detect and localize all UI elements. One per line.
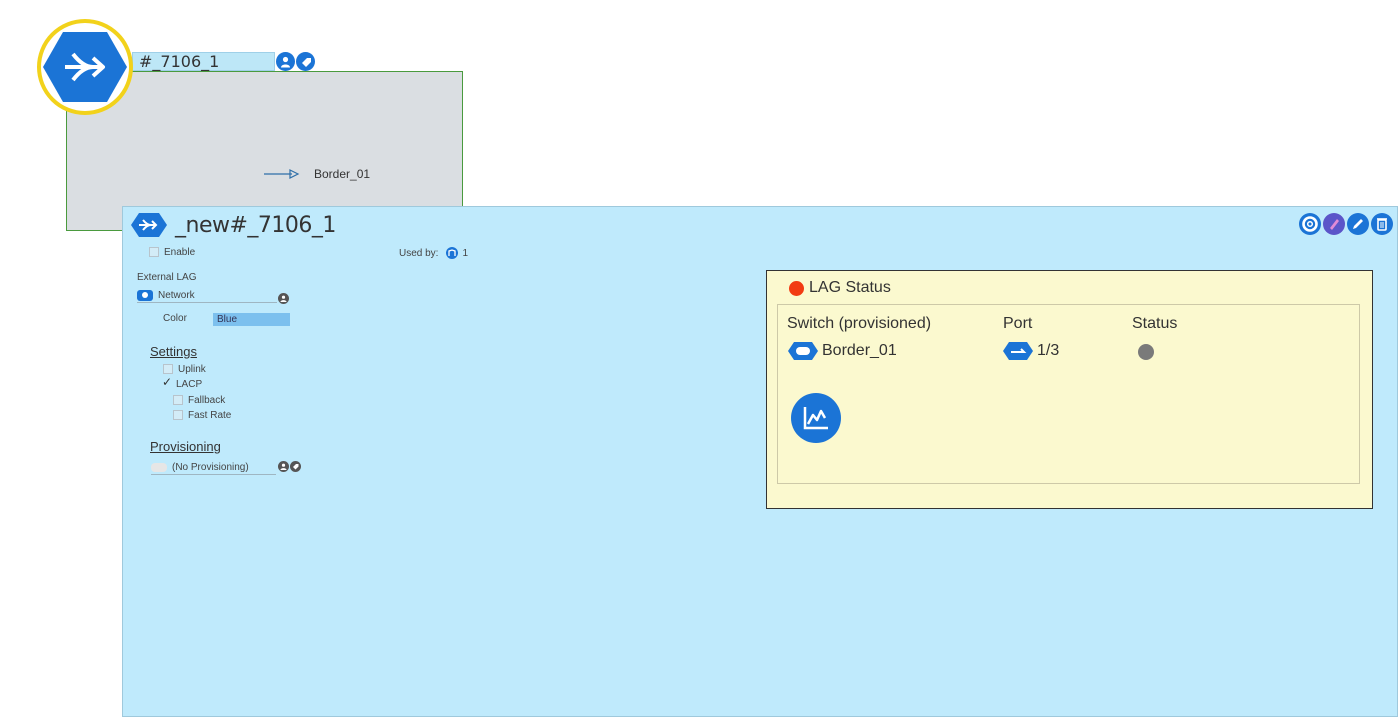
bg-card-actions [276,52,315,71]
lag-status-title: LAG Status [809,279,891,296]
lacp-checkbox[interactable] [162,375,172,389]
user-icon[interactable] [278,461,289,472]
uplink-checkbox[interactable] [163,364,173,375]
external-lag-label: External LAG [137,272,197,283]
provisioning-field[interactable]: (No Provisioning) [151,461,276,475]
col-status-header: Status [1132,315,1178,332]
settings-heading: Settings [150,344,197,359]
lag-status-box: LAG Status Switch (provisioned) Port Sta… [766,270,1373,509]
color-select[interactable]: Blue [213,313,290,326]
network-value: Network [158,289,195,301]
pencil-icon[interactable] [1347,213,1369,235]
status-grey-indicator [1138,344,1154,360]
used-by-row: Used by: 1 [399,247,468,259]
fallback-label: Fallback [188,395,226,406]
lag-type-highlight[interactable] [37,19,133,115]
fast-rate-checkbox[interactable] [173,410,183,421]
switch-icon [788,342,818,360]
network-icon[interactable] [446,247,459,259]
trash-icon[interactable] [1371,213,1393,235]
uplink-row[interactable]: Uplink [163,364,206,375]
used-by-count[interactable]: 1 [462,248,468,259]
panel-title[interactable]: _new#_7106_1 [175,213,336,238]
status-cell [1138,344,1154,360]
lag-status-table: Switch (provisioned) Port Status Border_… [777,304,1360,484]
bg-member-row: Border_01 [264,167,370,181]
fast-rate-row[interactable]: Fast Rate [173,410,231,421]
status-red-indicator [789,280,804,296]
panel-header: _new#_7106_1 [131,212,336,238]
provisioning-value: (No Provisioning) [172,462,249,473]
tag-icon[interactable] [296,52,315,71]
chart-icon[interactable] [791,393,841,443]
lag-merge-icon [131,213,167,237]
lag-status-header: LAG Status [789,279,891,297]
network-user-icon[interactable] [278,289,289,307]
arrow-right-icon [264,169,300,179]
fallback-row[interactable]: Fallback [173,395,225,406]
network-pill-icon [137,289,153,301]
enable-checkbox[interactable] [149,247,159,258]
lacp-row[interactable]: LACP [162,375,203,390]
panel-actions [1299,213,1393,235]
bg-card-title[interactable]: #_7106_1 [132,52,275,71]
enable-label: Enable [164,247,196,258]
port-number: 1/3 [1037,342,1060,359]
provisioning-heading: Provisioning [150,439,221,454]
port-cell[interactable]: 1/3 [1003,341,1059,361]
brush-icon[interactable] [1323,213,1345,235]
lag-merge-icon [43,32,127,102]
switch-name: Border_01 [822,342,897,359]
lacp-label: LACP [176,379,203,390]
used-by-label: Used by: [399,247,439,259]
network-field[interactable]: Network [137,288,277,303]
provisioning-actions [278,461,301,472]
fast-rate-label: Fast Rate [188,410,232,421]
fallback-checkbox[interactable] [173,395,183,406]
color-label: Color [163,313,187,324]
bg-member-label: Border_01 [314,167,371,181]
switch-cell[interactable]: Border_01 [788,341,897,361]
enable-row[interactable]: Enable [149,247,195,258]
lag-detail-panel: _new#_7106_1 Enable Used by: 1 External … [122,206,1398,717]
col-switch-header: Switch (provisioned) [787,315,932,332]
lifebuoy-icon[interactable] [1299,213,1321,235]
user-icon[interactable] [276,52,295,71]
tag-icon[interactable] [290,461,301,472]
provisioning-pill-icon [151,463,167,472]
col-port-header: Port [1003,315,1033,332]
port-icon [1003,342,1033,360]
uplink-label: Uplink [178,364,206,375]
